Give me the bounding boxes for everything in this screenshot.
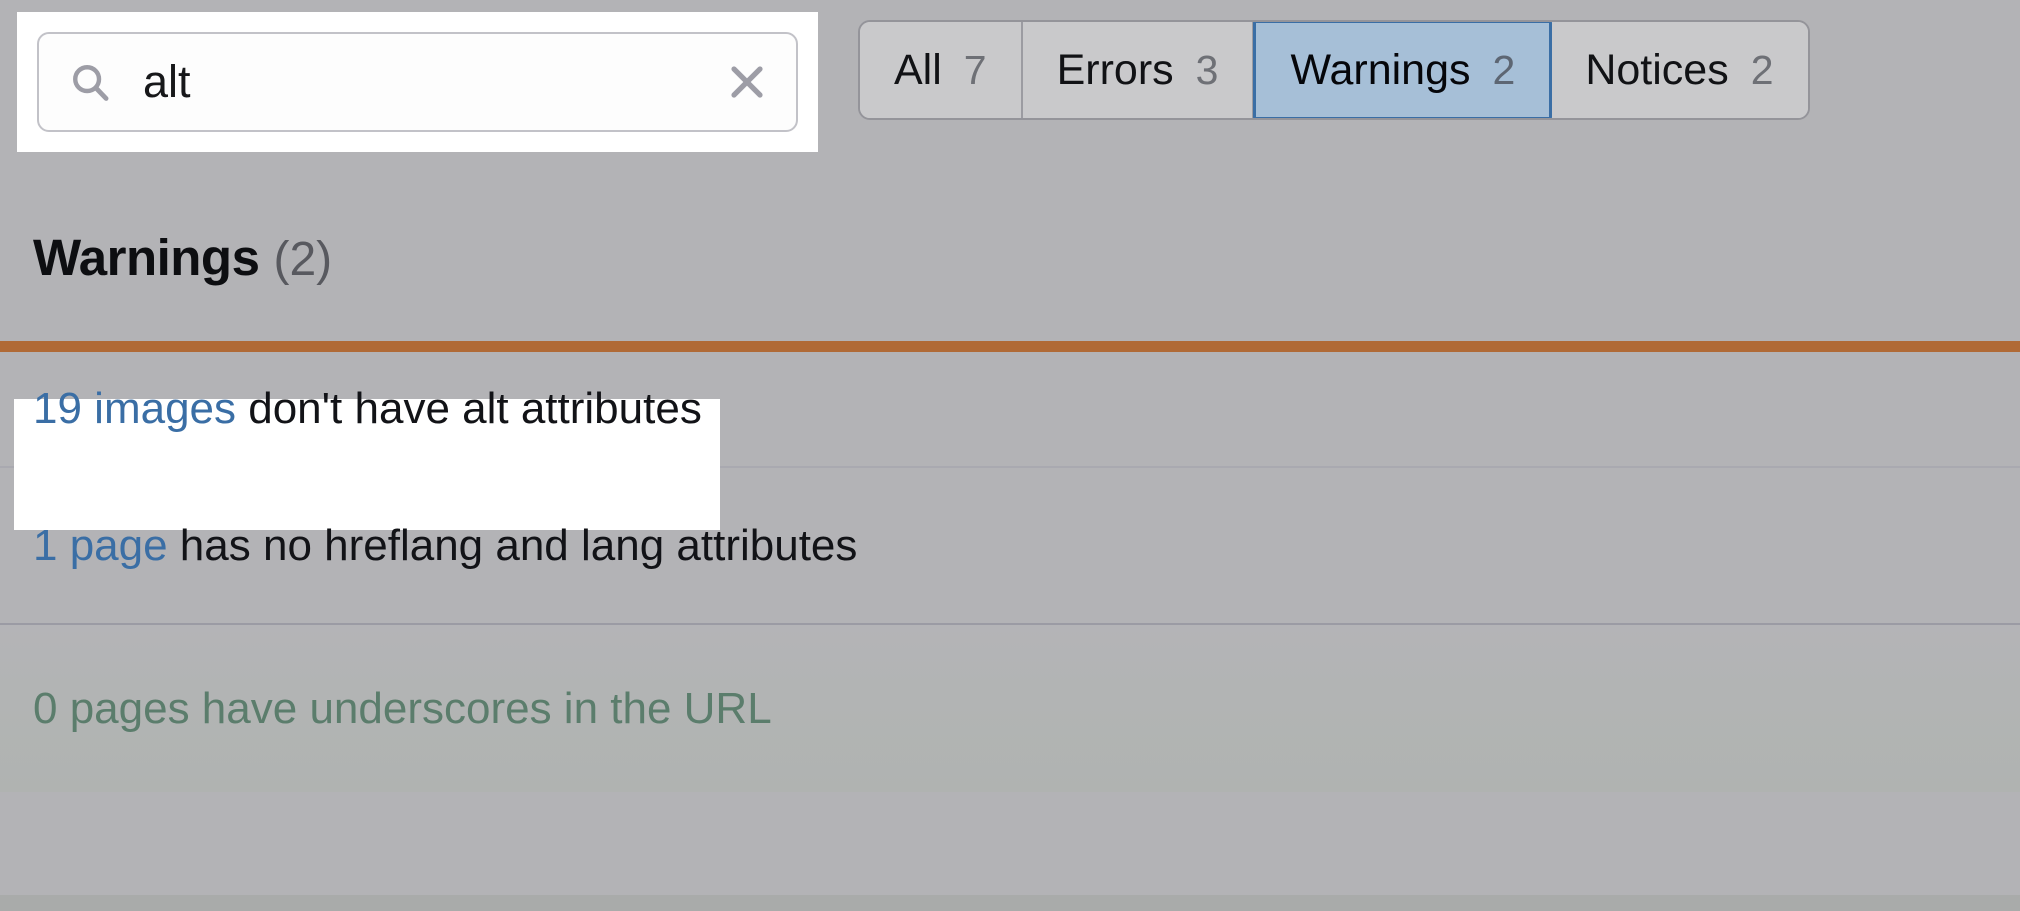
tab-errors[interactable]: Errors 3 xyxy=(1022,22,1255,118)
search-input[interactable] xyxy=(143,56,720,108)
toolbar: All 7 Errors 3 Warnings 2 Notices 2 xyxy=(0,0,2020,155)
issue-text: 1 page has no hreflang and lang attribut… xyxy=(33,521,857,571)
severity-divider-warning xyxy=(0,341,2020,352)
tab-all-count: 7 xyxy=(963,46,987,93)
tab-warnings-label: Warnings xyxy=(1290,45,1471,94)
section-heading: Warnings (2) xyxy=(33,228,332,287)
tab-all-label: All xyxy=(894,45,942,94)
search-icon xyxy=(73,65,109,101)
issue-list: 19 images don't have alt attributes 1 pa… xyxy=(0,352,2020,792)
tab-notices[interactable]: Notices 2 xyxy=(1551,22,1808,118)
search-panel xyxy=(17,12,818,152)
tab-notices-count: 2 xyxy=(1750,46,1774,93)
bottom-edge-strip xyxy=(0,895,2020,911)
issue-link[interactable]: 1 page xyxy=(33,521,168,570)
list-item[interactable]: 19 images don't have alt attributes xyxy=(0,352,2020,530)
tab-all[interactable]: All 7 xyxy=(860,22,1023,118)
page-title: Warnings xyxy=(33,229,260,286)
search-box[interactable] xyxy=(37,32,798,132)
list-item[interactable]: 0 pages have underscores in the URL xyxy=(0,625,2020,792)
close-glyph xyxy=(731,66,763,98)
close-icon[interactable] xyxy=(720,55,774,109)
issue-text: 0 pages have underscores in the URL xyxy=(33,684,772,734)
tab-warnings-count: 2 xyxy=(1492,46,1516,93)
issue-description: has no hreflang and lang attributes xyxy=(167,520,858,570)
issue-description: have underscores in the URL xyxy=(189,683,772,733)
issue-description: don't have alt attributes xyxy=(236,384,702,433)
issue-text: 19 images don't have alt attributes xyxy=(33,384,702,434)
tab-notices-label: Notices xyxy=(1585,45,1729,94)
section-count: (2) xyxy=(273,233,333,286)
issue-link[interactable]: 19 images xyxy=(33,384,236,433)
issue-filter-tabs[interactable]: All 7 Errors 3 Warnings 2 Notices 2 xyxy=(858,20,1810,120)
tab-errors-label: Errors xyxy=(1056,45,1174,94)
tab-warnings[interactable]: Warnings 2 xyxy=(1253,22,1553,118)
issue-link: 0 pages xyxy=(33,683,190,733)
tab-errors-count: 3 xyxy=(1195,46,1219,93)
